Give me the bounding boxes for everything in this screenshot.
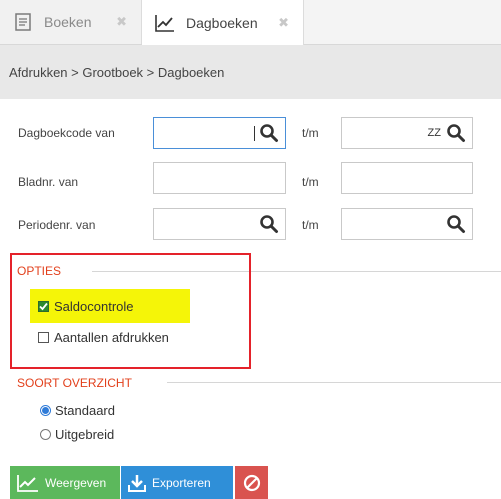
tab-bar: Boeken ✖ Dagboeken ✖ (0, 0, 501, 45)
tm-label: t/m (302, 126, 319, 140)
breadcrumb: Afdrukken > Grootboek > Dagboeken (9, 65, 225, 80)
tab-boeken-label: Boeken (44, 14, 92, 30)
line-chart-icon (154, 12, 176, 34)
weergeven-button[interactable]: Weergeven (10, 466, 120, 499)
cancel-button[interactable] (235, 466, 268, 499)
weergeven-label: Weergeven (45, 475, 107, 490)
periodenr-label: Periodenr. van (18, 218, 96, 232)
tm-label: t/m (302, 218, 319, 232)
standaard-label: Standaard (55, 403, 115, 418)
line-chart-icon (17, 474, 38, 492)
search-icon[interactable] (446, 123, 466, 143)
exporteren-label: Exporteren (152, 475, 211, 490)
download-icon (128, 474, 146, 492)
dagboekcode-from-input[interactable] (153, 117, 286, 149)
close-icon[interactable]: ✖ (278, 15, 289, 31)
close-icon[interactable]: ✖ (116, 14, 127, 30)
tab-dagboeken-label: Dagboeken (186, 14, 258, 31)
tab-dagboeken[interactable]: Dagboeken ✖ (142, 0, 304, 45)
search-icon[interactable] (446, 214, 466, 234)
text-caret (254, 125, 255, 141)
radio-standaard[interactable]: Standaard (40, 403, 115, 418)
tab-boeken[interactable]: Boeken ✖ (0, 0, 142, 44)
document-icon (12, 11, 34, 33)
bladnr-label: Bladnr. van (18, 175, 79, 189)
search-icon[interactable] (259, 123, 279, 143)
periodenr-to-input[interactable] (341, 208, 473, 240)
section-divider (167, 382, 501, 383)
periodenr-from-input[interactable] (153, 208, 286, 240)
bladnr-from-input[interactable] (153, 162, 286, 194)
dagboekcode-label: Dagboekcode van (18, 126, 115, 140)
radio-uitgebreid[interactable]: Uitgebreid (40, 427, 114, 442)
breadcrumb-bar: Afdrukken > Grootboek > Dagboeken (0, 45, 501, 99)
uitgebreid-label: Uitgebreid (55, 427, 115, 442)
radio-selected-icon (40, 405, 51, 416)
highlight-box (10, 253, 251, 369)
bladnr-to-input[interactable] (341, 162, 473, 194)
soort-overzicht-title: SOORT OVERZICHT (17, 376, 132, 390)
ban-icon (243, 474, 261, 491)
dagboekcode-to-input[interactable]: ZZ (341, 117, 473, 149)
exporteren-button[interactable]: Exporteren (121, 466, 233, 499)
tm-label: t/m (302, 175, 319, 189)
radio-unselected-icon (40, 429, 51, 440)
search-icon[interactable] (259, 214, 279, 234)
dagboekcode-to-value: ZZ (427, 127, 441, 139)
